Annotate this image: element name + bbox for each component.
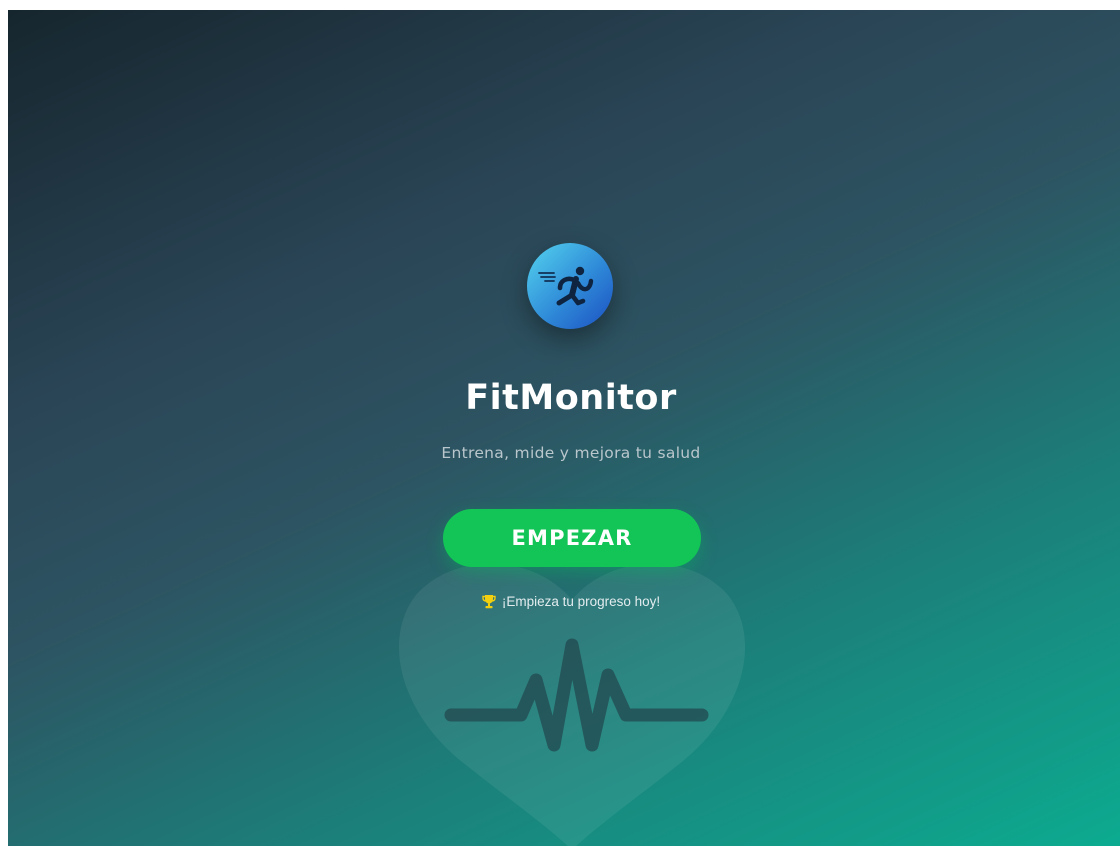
motivation-message: ¡Empieza tu progreso hoy! (8, 593, 1120, 614)
app-logo (527, 243, 613, 329)
start-button[interactable]: EMPEZAR (443, 509, 701, 567)
motivation-text: ¡Empieza tu progreso hoy! (501, 594, 661, 609)
runner-icon (538, 266, 594, 306)
welcome-screen: FitMonitor Entrena, mide y mejora tu sal… (8, 10, 1120, 846)
app-title: FitMonitor (465, 378, 677, 418)
app-subtitle: Entrena, mide y mejora tu salud (441, 444, 701, 462)
hero: FitMonitor Entrena, mide y mejora tu sal… (8, 10, 1120, 846)
trophy-icon (482, 594, 496, 614)
